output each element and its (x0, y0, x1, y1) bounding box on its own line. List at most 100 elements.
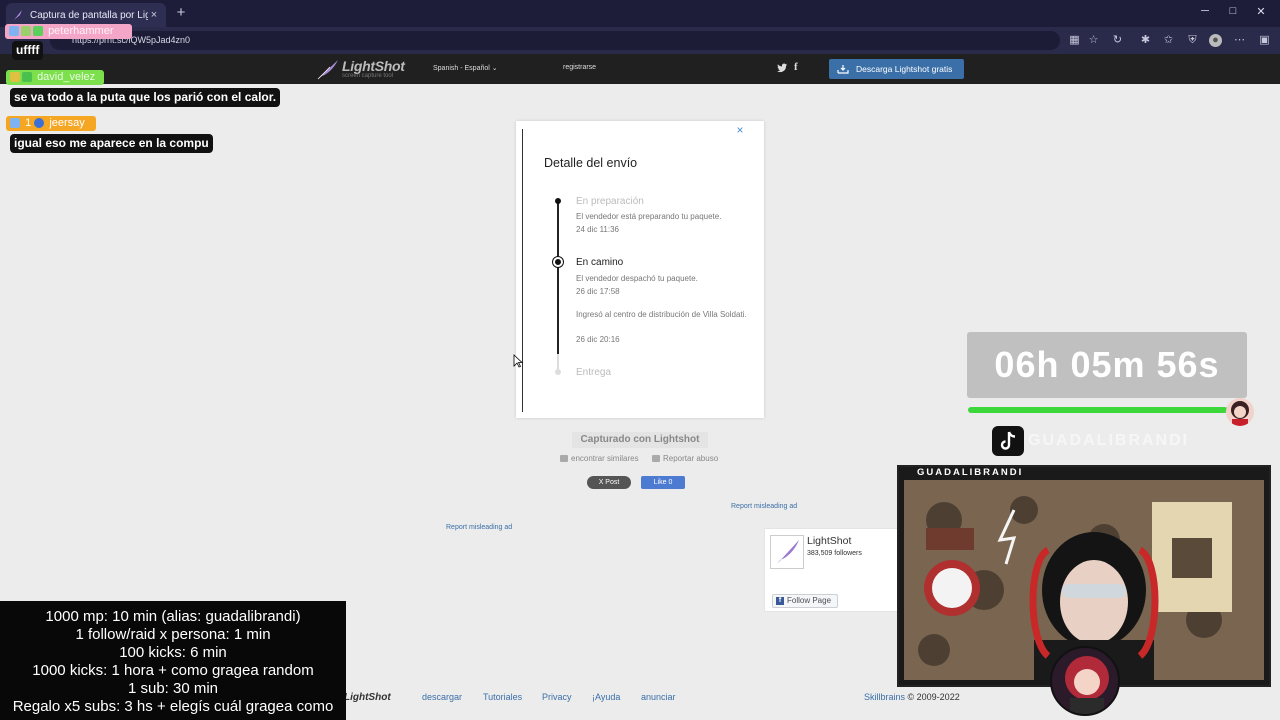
chat-message: uffff (12, 41, 44, 60)
report-abuse-label: Reportar abuso (663, 454, 719, 463)
download-icon (837, 65, 849, 74)
rule-line: 1 sub: 30 min (127, 680, 219, 697)
lightshot-feather-icon (777, 540, 799, 564)
streamer-avatar-icon (1050, 646, 1120, 716)
footer-logo[interactable]: LightShot (344, 692, 391, 703)
step-date: 26 dic 17:58 (576, 287, 620, 296)
step-description: Ingresó al centro de distribución de Vil… (576, 310, 747, 319)
stream-timer: 06h 05m 56s (967, 332, 1247, 398)
rule-line: Regalo x5 subs: 3 hs + elegís cuál grage… (12, 698, 334, 715)
language-select[interactable]: Spanish - Español ⌄ (433, 64, 498, 72)
timeline-dot (555, 198, 561, 204)
language-label: Spanish - Español (433, 65, 490, 72)
chat-message: igual eso me aparece en la compu (10, 134, 213, 153)
footer-link-tutorials[interactable]: Tutoriales (483, 692, 522, 702)
chat-message: se va todo a la puta que los parió con e… (10, 88, 281, 107)
site-logo-text[interactable]: LightShot (342, 58, 405, 74)
streamer-avatar-icon (1226, 398, 1254, 426)
rule-line: 1000 mp: 10 min (alias: guadalibrandi) (45, 608, 301, 625)
follow-page-button[interactable]: f Follow Page (772, 594, 838, 608)
find-similar-link[interactable]: encontrar similares (560, 454, 639, 463)
sidebar-icon[interactable]: ▣ (1258, 34, 1271, 47)
chat-badge-icon (10, 118, 20, 129)
menu-dots-icon[interactable]: ⋯ (1233, 34, 1246, 47)
facebook-icon: f (776, 597, 784, 605)
find-similar-label: encontrar similares (571, 454, 639, 463)
rule-line: 1 follow/raid x persona: 1 min (75, 626, 271, 643)
tiktok-icon (992, 426, 1024, 456)
shipment-detail-card: × Detalle del envío En preparación El ve… (516, 121, 764, 418)
register-link[interactable]: registrarse (563, 64, 596, 71)
x-post-button[interactable]: X Post (587, 476, 631, 489)
step-description: El vendedor despachó tu paquete. (576, 274, 698, 283)
captured-with-label: Capturado con Lightshot (572, 432, 708, 448)
footer-copyright: Skillbrains © 2009-2022 (864, 692, 960, 702)
footer-link-privacy[interactable]: Privacy (542, 692, 572, 702)
chat-username-text: jeersay (49, 117, 85, 129)
url-input[interactable]: https://prnt.sc/iQW5pJad4zn0 (50, 31, 1060, 50)
favorites-icon[interactable]: ✩ (1162, 34, 1175, 47)
download-button[interactable]: Descarga Lightshot gratis (829, 59, 964, 79)
card-edge-line (522, 129, 523, 412)
site-logo-subtitle: screen capture tool (342, 73, 394, 79)
footer-link-advertise[interactable]: anunciar (641, 692, 676, 702)
report-misleading-ad-link[interactable]: Report misleading ad (731, 503, 797, 510)
window-close-icon[interactable]: ✕ (1254, 5, 1268, 18)
rule-line: 1000 kicks: 1 hora + como gragea random (32, 662, 314, 679)
timer-progress-bar (968, 407, 1238, 413)
facebook-icon[interactable]: f (794, 61, 798, 73)
chat-username-text: peterhammer (48, 25, 114, 37)
flag-icon (652, 455, 660, 462)
lightshot-page-avatar[interactable] (770, 535, 804, 569)
facebook-like-button[interactable]: Like 0 (641, 476, 685, 489)
step-date: 24 dic 11:36 (576, 225, 619, 234)
new-tab-button[interactable]: + (173, 4, 189, 22)
heart-badge-icon (34, 118, 45, 129)
chat-username: david_velez (6, 70, 104, 85)
timeline-line (557, 201, 559, 354)
timeline-dot-pending (555, 369, 561, 375)
extension-icon[interactable]: ✱ (1139, 34, 1152, 47)
chat-badge-icon (33, 26, 43, 37)
camera-icon (560, 455, 568, 462)
chat-badge-count: 1 (25, 117, 32, 129)
facebook-page-name[interactable]: LightShot (807, 535, 851, 547)
report-misleading-ad-link[interactable]: Report misleading ad (446, 524, 512, 531)
chat-badge-icon (10, 72, 20, 83)
chat-username: peterhammer (5, 24, 132, 39)
rule-line: 100 kicks: 6 min (119, 644, 227, 661)
step-title: En preparación (576, 196, 644, 207)
tab-title: Captura de pantalla por Lightshot (30, 9, 148, 21)
follow-page-label: Follow Page (787, 596, 832, 605)
lightshot-logo-icon[interactable] (316, 58, 340, 80)
shield-icon[interactable]: ⛨ (1186, 34, 1199, 47)
timer-progress-fill (968, 407, 1228, 413)
star-icon[interactable]: ☆ (1087, 34, 1100, 47)
footer-company-link[interactable]: Skillbrains (864, 692, 905, 702)
footer-link-download[interactable]: descargar (422, 692, 462, 702)
refresh-icon[interactable]: ↻ (1111, 34, 1124, 47)
chat-badge-icon (21, 26, 31, 37)
step-title: En camino (576, 257, 624, 268)
minimize-icon[interactable]: ─ (1198, 5, 1212, 17)
card-close-icon[interactable]: × (734, 124, 746, 136)
timeline-dot-current (553, 257, 563, 267)
maximize-icon[interactable]: □ (1226, 5, 1240, 17)
footer-copyright-text: © 2009-2022 (907, 692, 960, 702)
download-button-label: Descarga Lightshot gratis (856, 64, 953, 74)
step-date: 26 dic 20:16 (576, 335, 620, 344)
report-abuse-link[interactable]: Reportar abuso (652, 454, 718, 463)
twitter-icon[interactable] (776, 62, 788, 74)
browser-tab-bar: Captura de pantalla por Lightshot × + ─ … (0, 0, 1280, 27)
profile-avatar-icon[interactable]: ● (1209, 34, 1222, 47)
tab-close-icon[interactable]: × (148, 9, 160, 21)
site-header: LightShot screen capture tool Spanish - … (0, 54, 1280, 84)
footer-link-help[interactable]: ¡Ayuda (592, 692, 620, 702)
tiktok-username: GUADALIBRANDI (1028, 432, 1190, 449)
lightshot-feather-icon (14, 10, 22, 20)
facebook-followers: 383,509 followers (807, 550, 862, 557)
stream-rules-panel: 1000 mp: 10 min (alias: guadalibrandi) 1… (0, 601, 346, 720)
mouse-cursor-icon (513, 354, 523, 368)
apps-icon[interactable]: ▦ (1068, 34, 1081, 47)
webcam-title: GUADALIBRANDI (899, 467, 1039, 479)
